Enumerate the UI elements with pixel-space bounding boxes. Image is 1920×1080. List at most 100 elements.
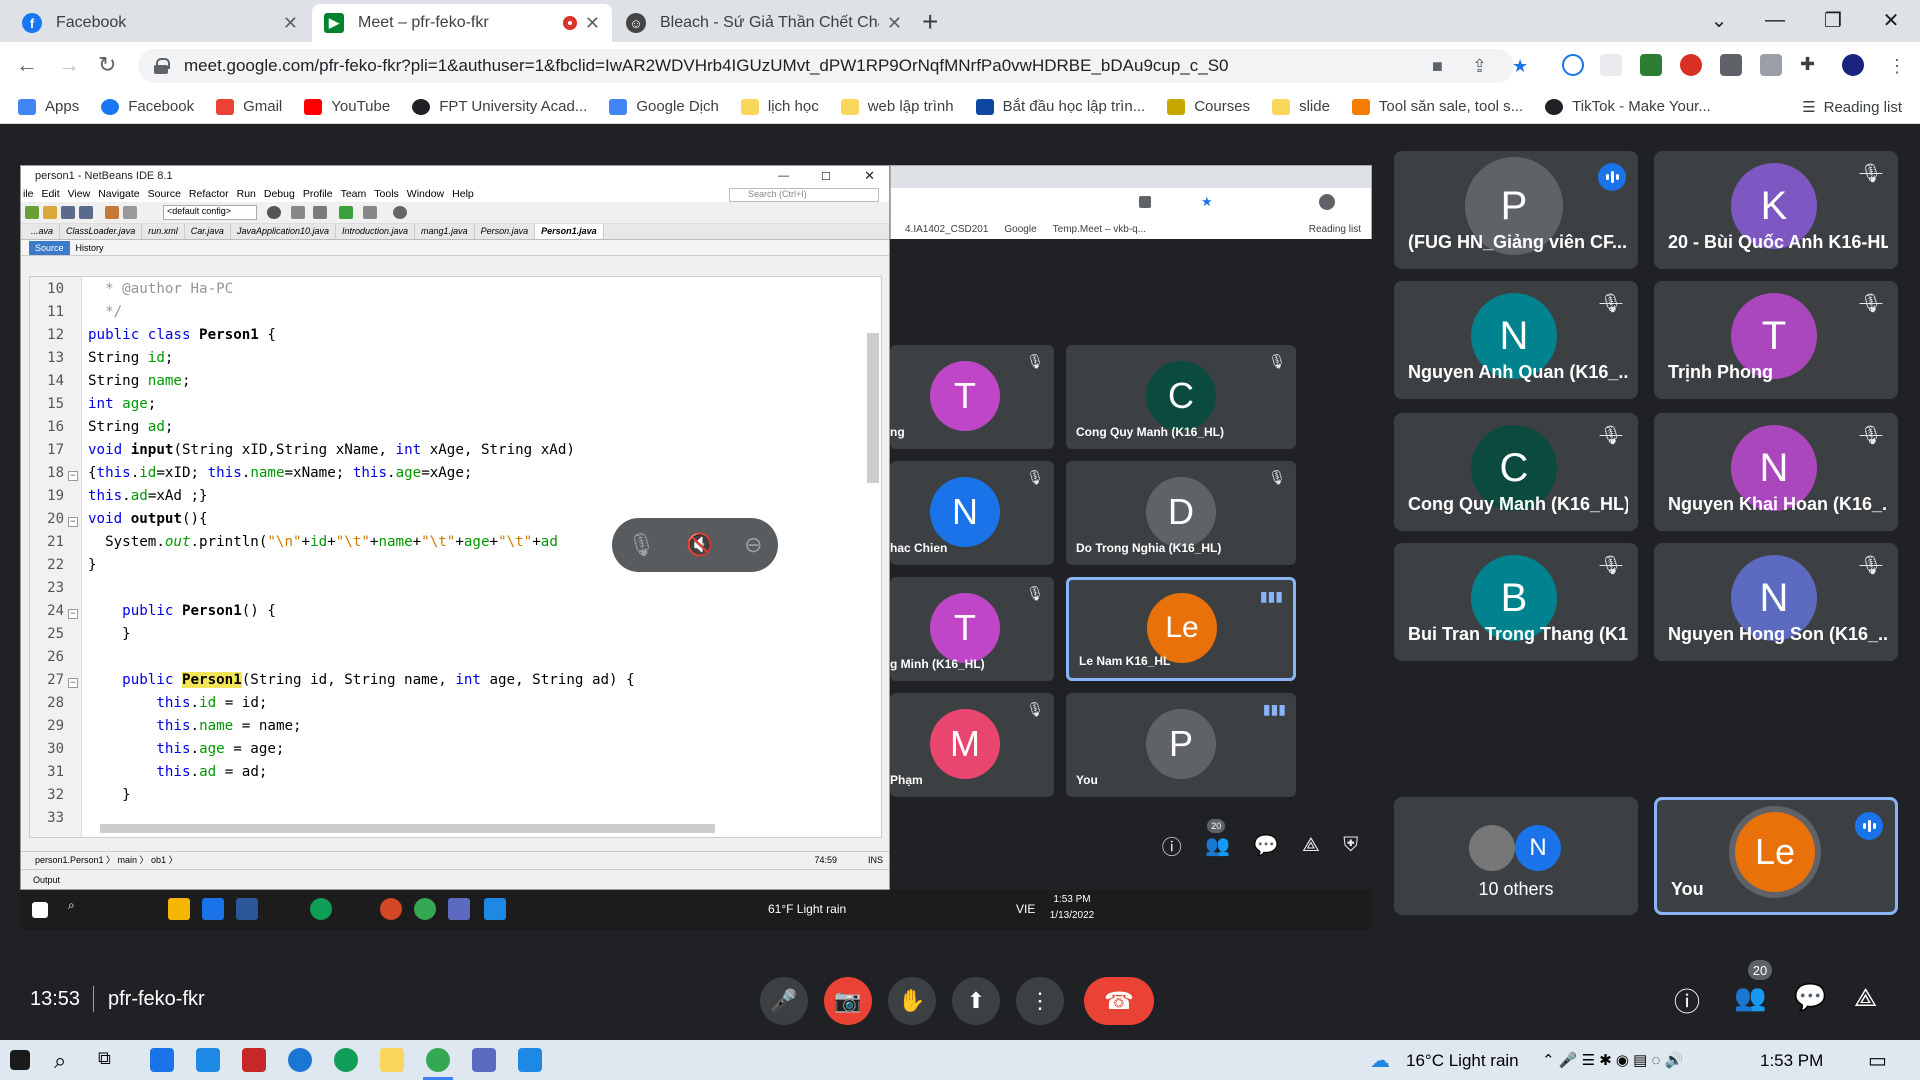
back-icon[interactable]: ←: [16, 52, 38, 78]
code-line[interactable]: 30 this.age = age;: [30, 741, 881, 764]
close-icon[interactable]: ✕: [585, 13, 600, 34]
build-icon[interactable]: [267, 206, 281, 219]
file-explorer-icon[interactable]: [380, 1048, 404, 1072]
code-line[interactable]: 13 String id;: [30, 350, 881, 373]
notification-icon[interactable]: ▭: [1868, 1048, 1892, 1072]
more-options-button[interactable]: ⋮: [1016, 977, 1064, 1025]
tab-bleach[interactable]: ☺ Bleach - Sứ Giả Thần Chết Chap ✕: [614, 4, 914, 42]
participant-tile[interactable]: P (FUG HN_Giảng viên CF...: [1394, 151, 1638, 269]
debug-icon[interactable]: [363, 206, 377, 219]
code-line[interactable]: 12 public class Person1 {: [30, 327, 881, 350]
code-fold-icon[interactable]: −: [68, 609, 78, 619]
camera-icon[interactable]: ■: [1432, 56, 1443, 77]
menu-run[interactable]: Run: [237, 188, 256, 200]
file-icon[interactable]: [150, 1048, 174, 1072]
minimize-button[interactable]: —: [1750, 0, 1800, 40]
extension-icon[interactable]: [1640, 54, 1662, 76]
participant-tile[interactable]: T 🎙 Trịnh Phong: [1654, 281, 1898, 399]
clean-build-icon[interactable]: [291, 206, 305, 219]
menu-profile[interactable]: Profile: [303, 188, 333, 200]
maximize-icon[interactable]: ☐: [821, 170, 831, 183]
redo-icon[interactable]: [123, 206, 137, 219]
bookmark-tiktok[interactable]: TikTok - Make Your...: [1545, 98, 1711, 115]
extension-icon[interactable]: [1562, 54, 1584, 76]
extension-icon[interactable]: [1720, 54, 1742, 76]
weather-text[interactable]: 16°C Light rain: [1406, 1051, 1519, 1071]
bookmark-fpt[interactable]: FPT University Acad...: [412, 98, 587, 115]
profile-icon[interactable]: [393, 206, 407, 219]
code-line[interactable]: 28 this.id = id;: [30, 695, 881, 718]
save-all-icon[interactable]: [79, 206, 93, 219]
file-tab[interactable]: JavaApplication10.java: [231, 224, 336, 239]
minimize-icon[interactable]: ⊖: [744, 532, 762, 558]
source-tab[interactable]: Source: [29, 240, 70, 255]
chrome-icon[interactable]: [426, 1048, 450, 1072]
bookmark-facebook[interactable]: Facebook: [101, 98, 194, 115]
code-line[interactable]: 15 int age;: [30, 396, 881, 419]
chat-icon[interactable]: 💬: [1794, 982, 1826, 1013]
mic-off-icon[interactable]: 🎙: [627, 532, 655, 558]
bookmark-star-icon[interactable]: ★: [1512, 56, 1528, 77]
file-tab[interactable]: Introduction.java: [336, 224, 416, 239]
puzzle-icon[interactable]: ✚: [1800, 54, 1822, 76]
maximize-button[interactable]: ❐: [1808, 0, 1858, 40]
bookmark-tool-san-sale[interactable]: Tool săn sale, tool s...: [1351, 98, 1523, 115]
activities-icon[interactable]: ⟁: [1854, 982, 1877, 1014]
clock-time[interactable]: 1:53 PM: [1760, 1051, 1823, 1071]
hammer-icon[interactable]: [313, 206, 327, 219]
close-icon[interactable]: ✕: [887, 13, 902, 34]
menu-file[interactable]: ile: [23, 188, 34, 200]
code-line[interactable]: 14 String name;: [30, 373, 881, 396]
bookmark-slide[interactable]: slide: [1272, 98, 1330, 115]
windows-start-icon[interactable]: [10, 1050, 30, 1070]
close-icon[interactable]: ✕: [864, 168, 875, 184]
horizontal-scrollbar[interactable]: [100, 824, 715, 833]
bookmark-apps[interactable]: Apps: [18, 98, 79, 115]
menu-window[interactable]: Window: [407, 188, 444, 200]
netbeans-search-input[interactable]: Search (Ctrl+I): [729, 188, 879, 202]
code-line[interactable]: 11 */: [30, 304, 881, 327]
menu-debug[interactable]: Debug: [264, 188, 295, 200]
more-icon[interactable]: ⋮: [1888, 56, 1906, 77]
search-icon[interactable]: ⌕: [54, 1048, 78, 1073]
tray-icons[interactable]: ⌃ 🎤 ☰ ✱ ◉ ▤ ◌ 🔊: [1542, 1051, 1683, 1069]
participant-tile[interactable]: B 🎙 Bui Tran Trong Thang (K1...: [1394, 543, 1638, 661]
menu-navigate[interactable]: Navigate: [98, 188, 139, 200]
code-fold-icon[interactable]: −: [68, 517, 78, 527]
end-call-button[interactable]: ☎: [1084, 977, 1154, 1025]
code-fold-icon[interactable]: −: [68, 678, 78, 688]
code-line[interactable]: 19 this.ad=xAd ;}: [30, 488, 881, 511]
reading-list-button[interactable]: ☰ Reading list: [1802, 98, 1902, 117]
info-icon[interactable]: ⓘ: [1674, 982, 1700, 1019]
bookmark-gmail[interactable]: Gmail: [216, 98, 282, 115]
netbeans-icon[interactable]: [472, 1048, 496, 1072]
open-project-icon[interactable]: [43, 206, 57, 219]
new-tab-button[interactable]: +: [922, 6, 938, 38]
close-window-button[interactable]: ✕: [1866, 0, 1916, 40]
forward-icon[interactable]: →: [58, 52, 80, 78]
file-tab[interactable]: ClassLoader.java: [60, 224, 143, 239]
menu-refactor[interactable]: Refactor: [189, 188, 229, 200]
menu-edit[interactable]: Edit: [42, 188, 60, 200]
menu-source[interactable]: Source: [148, 188, 181, 200]
file-tab[interactable]: Person.java: [475, 224, 536, 239]
participant-tile[interactable]: K 🎙 20 - Bùi Quốc Anh K16-HL: [1654, 151, 1898, 269]
participant-tile[interactable]: N 🎙 Nguyen Khai Hoan (K16_...: [1654, 413, 1898, 531]
tab-facebook[interactable]: f Facebook ✕: [10, 4, 310, 42]
code-line[interactable]: 26: [30, 649, 881, 672]
present-button[interactable]: ⬆: [952, 977, 1000, 1025]
url-input[interactable]: meet.google.com/pfr-feko-fkr?pli=1&authu…: [138, 49, 1514, 83]
navigation-breadcrumb[interactable]: person1.Person1 〉 main 〉 ob1 〉: [35, 853, 178, 866]
participant-tile[interactable]: C 🎙 Cong Quy Manh (K16_HL): [1394, 413, 1638, 531]
code-line[interactable]: 31 this.ad = ad;: [30, 764, 881, 787]
reload-icon[interactable]: ↻: [98, 52, 116, 78]
extension-icon[interactable]: [1600, 54, 1622, 76]
bookmark-youtube[interactable]: YouTube: [304, 98, 390, 115]
extension-icon[interactable]: [1760, 54, 1782, 76]
new-file-icon[interactable]: [25, 206, 39, 219]
bookmark-google-dich[interactable]: Google Dịch: [609, 98, 719, 115]
menu-tools[interactable]: Tools: [374, 188, 399, 200]
people-icon[interactable]: 👥: [1734, 982, 1766, 1013]
app-icon[interactable]: [242, 1048, 266, 1072]
share-icon[interactable]: ⇪: [1472, 56, 1487, 77]
